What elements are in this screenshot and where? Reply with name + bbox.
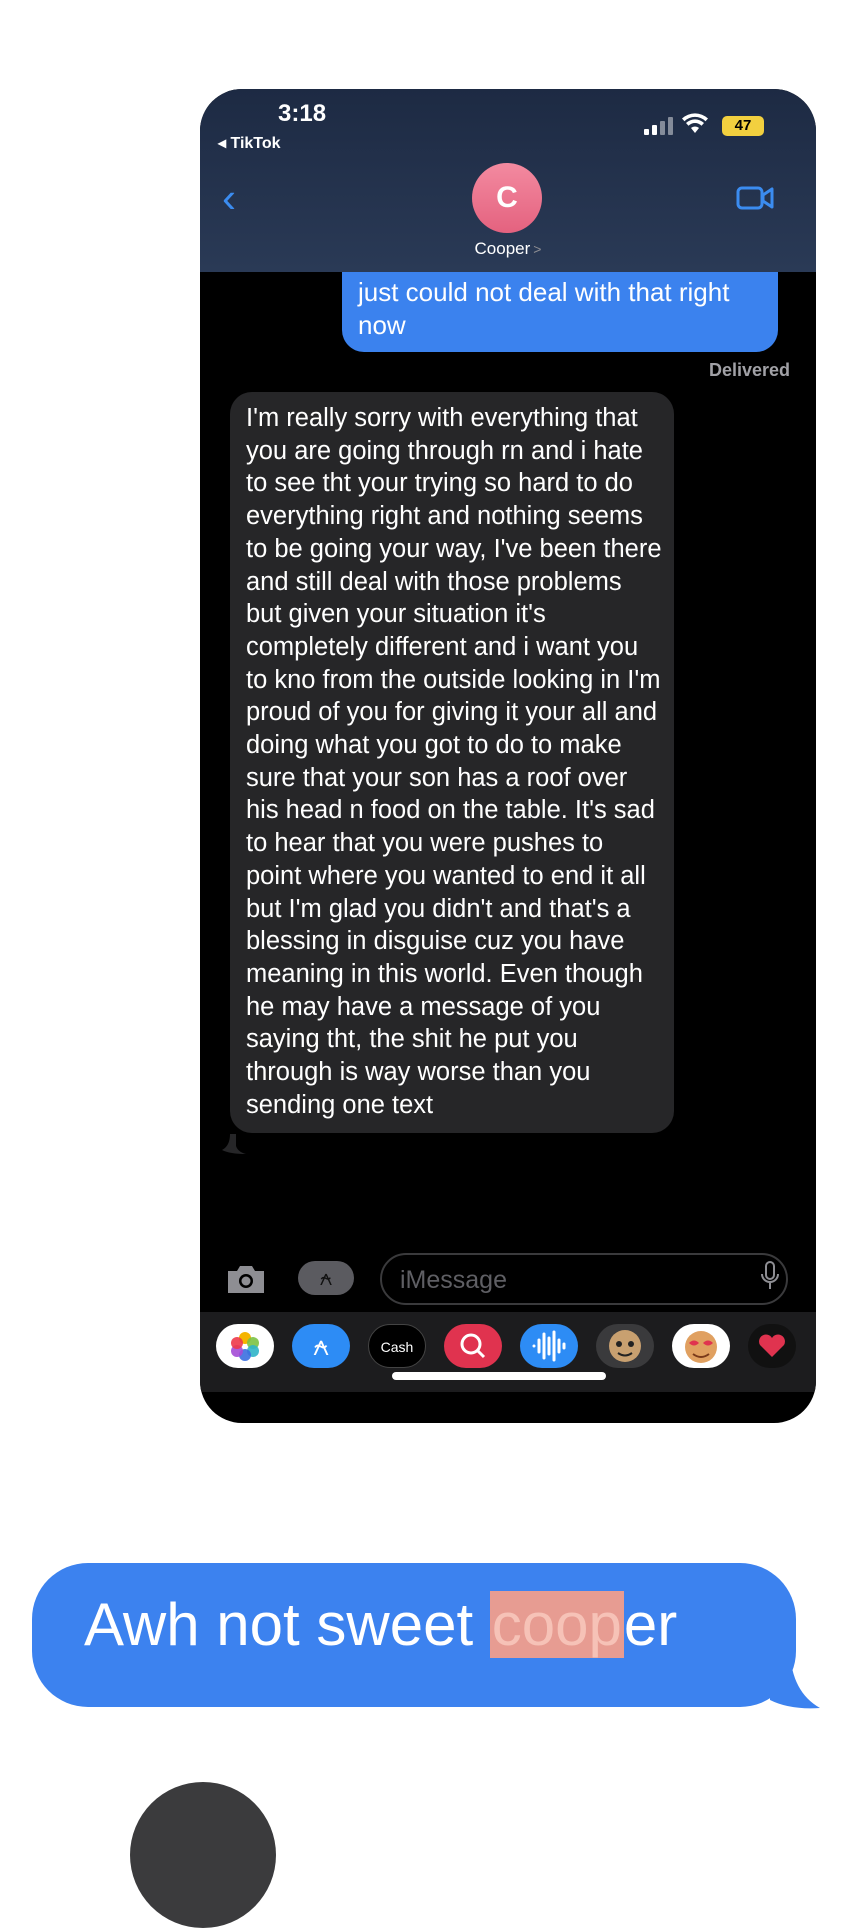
compose-bar: ⍲ iMessage xyxy=(200,1247,816,1307)
audio-message-icon[interactable] xyxy=(520,1324,578,1368)
sender-avatar xyxy=(130,1782,276,1928)
microphone-icon[interactable] xyxy=(760,1261,780,1291)
reply-text-before: Awh not sweet xyxy=(84,1591,490,1658)
apple-cash-icon[interactable]: Cash xyxy=(368,1324,426,1368)
facetime-video-icon[interactable] xyxy=(736,185,774,211)
spellcheck-highlight[interactable]: coop xyxy=(489,1591,624,1658)
image-search-icon[interactable] xyxy=(444,1324,502,1368)
imessage-app-tray: ⍲ Cash xyxy=(200,1312,816,1392)
photos-icon[interactable] xyxy=(216,1324,274,1368)
cellular-signal-icon xyxy=(644,117,676,135)
digital-touch-icon[interactable] xyxy=(748,1324,796,1368)
received-bubble-tail xyxy=(222,1134,246,1154)
delivered-status: Delivered xyxy=(708,360,790,380)
imessage-input[interactable]: iMessage xyxy=(380,1253,788,1305)
contact-avatar[interactable]: C xyxy=(472,163,542,233)
message-thread[interactable]: just could not deal with that right now … xyxy=(200,272,816,1272)
contact-name: Cooper xyxy=(474,239,531,258)
embedded-screenshot: 3:18 ◂ TikTok 47 ‹ C Cooper > just could … xyxy=(200,89,816,1423)
camera-icon[interactable] xyxy=(224,1263,268,1295)
conversation-header: 3:18 ◂ TikTok 47 ‹ C Cooper > xyxy=(200,89,816,272)
chevron-right-icon: > xyxy=(533,241,542,257)
reply-text-after: er xyxy=(623,1591,678,1658)
memoji-stickers-icon[interactable] xyxy=(672,1324,730,1368)
reply-message-text: Awh not sweet cooper xyxy=(84,1590,677,1659)
memoji-icon[interactable] xyxy=(596,1324,654,1368)
status-time: 3:18 xyxy=(278,100,327,127)
back-chevron-icon[interactable]: ‹ xyxy=(222,177,236,219)
received-message-bubble[interactable]: I'm really sorry with everything that yo… xyxy=(230,392,674,1134)
app-drawer-button[interactable]: ⍲ xyxy=(298,1261,354,1295)
wifi-icon xyxy=(682,113,708,133)
contact-name-row[interactable]: Cooper > xyxy=(200,239,816,259)
reply-bubble-tail xyxy=(770,1640,820,1709)
battery-indicator: 47 xyxy=(722,116,764,136)
back-to-app-link[interactable]: ◂ TikTok xyxy=(218,133,281,153)
sent-message-bubble[interactable]: just could not deal with that right now xyxy=(342,272,778,352)
app-store-icon[interactable]: ⍲ xyxy=(292,1324,350,1368)
imessage-placeholder: iMessage xyxy=(400,1266,507,1294)
home-indicator[interactable] xyxy=(392,1372,606,1380)
